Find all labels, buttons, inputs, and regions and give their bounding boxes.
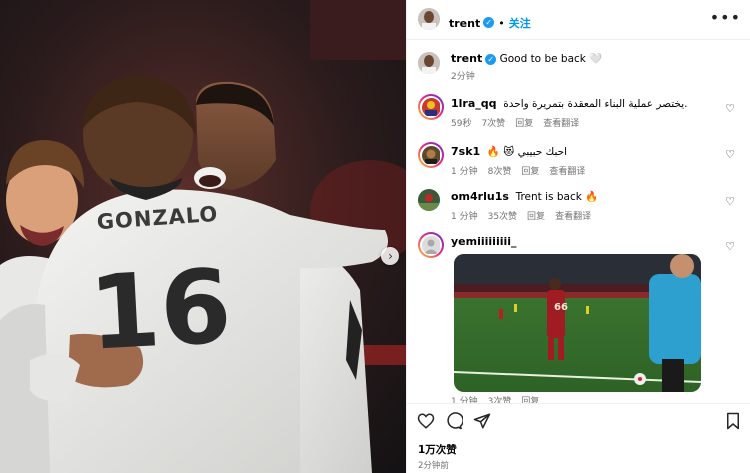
post-photo[interactable]: GONZALO 16 › [0, 0, 406, 473]
comment-username[interactable]: 7sk1 [451, 145, 480, 158]
comment-time: 1 分钟 [451, 167, 478, 177]
reply-button[interactable]: 回复 [527, 212, 545, 222]
comment-video-thumbnail[interactable]: 66 [454, 254, 701, 392]
football-pitch-image: 66 [454, 254, 701, 392]
post-header: trent ✓ • 关注 ••• [407, 0, 750, 40]
caption-avatar[interactable] [418, 52, 440, 74]
comment-bubble-icon[interactable] [445, 412, 464, 434]
reply-button[interactable]: 回复 [515, 119, 533, 129]
caption-time: 2分钟 [451, 72, 475, 82]
like-count[interactable]: 1万次赞 [418, 442, 457, 457]
video-shirt-number: 66 [554, 302, 568, 313]
post-actions-footer: 1万次赞 2分钟前 [407, 403, 750, 473]
commenter-avatar[interactable] [418, 142, 444, 168]
comment-like-icon[interactable]: ♡ [725, 148, 735, 161]
verified-badge-icon: ✓ [483, 17, 495, 28]
comment-text: Trent is back 🔥 [515, 191, 599, 203]
see-translation-button[interactable]: 查看翻译 [549, 167, 585, 177]
caption-username[interactable]: trent [451, 52, 482, 65]
author-username[interactable]: trent [449, 17, 480, 30]
comment-username[interactable]: yemiiiiiiiii_ [451, 235, 517, 248]
comment-text: يختصر عملية البناء المعقدة بتمريرة واحدة… [503, 98, 688, 110]
caption-text: Good to be back 🤍 [499, 53, 603, 65]
comment-time: 1 分钟 [451, 212, 478, 222]
instagram-post-view: GONZALO 16 › trent ✓ • 关注 ••• trent ✓ Good t… [0, 0, 750, 473]
player-figure [547, 290, 565, 338]
reply-button[interactable]: 回复 [521, 167, 539, 177]
comment-like-icon[interactable]: ♡ [725, 195, 735, 208]
comment-like-icon[interactable]: ♡ [725, 240, 735, 253]
comment-like-icon[interactable]: ♡ [725, 102, 735, 115]
comment-username[interactable]: 1lra_qq [451, 97, 497, 110]
verified-badge-icon: ✓ [485, 53, 497, 65]
author-avatar[interactable] [418, 8, 440, 30]
share-send-icon[interactable] [473, 412, 491, 434]
see-translation-button[interactable]: 查看翻译 [555, 212, 591, 222]
jersey-number: 16 [86, 247, 234, 373]
separator-dot: • [498, 17, 505, 30]
comment-username[interactable]: om4rlu1s [451, 190, 509, 203]
post-timestamp: 2分钟前 [418, 461, 449, 471]
commenter-avatar[interactable] [418, 232, 444, 258]
post-details-panel: trent ✓ • 关注 ••• trent ✓ Good to be back 🤍 2… [406, 0, 750, 473]
see-translation-button[interactable]: 查看翻译 [543, 119, 579, 129]
celebration-photo: GONZALO 16 [0, 0, 406, 473]
save-bookmark-icon[interactable] [725, 412, 741, 434]
follow-button[interactable]: 关注 [509, 17, 531, 30]
more-options-icon[interactable]: ••• [710, 8, 741, 27]
commenter-avatar[interactable] [418, 94, 444, 120]
comment-time: 59秒 [451, 119, 472, 129]
chevron-right-icon: › [388, 249, 393, 263]
commenter-avatar[interactable] [418, 189, 440, 211]
like-heart-icon[interactable] [417, 412, 435, 434]
comment-text: 🔥 😻 احبك حبيبي [486, 146, 568, 158]
comment-likes[interactable]: 35次赞 [488, 212, 517, 222]
next-photo-button[interactable]: › [381, 247, 399, 265]
comment-likes[interactable]: 7次赞 [481, 119, 505, 129]
comment-likes[interactable]: 8次赞 [488, 167, 512, 177]
